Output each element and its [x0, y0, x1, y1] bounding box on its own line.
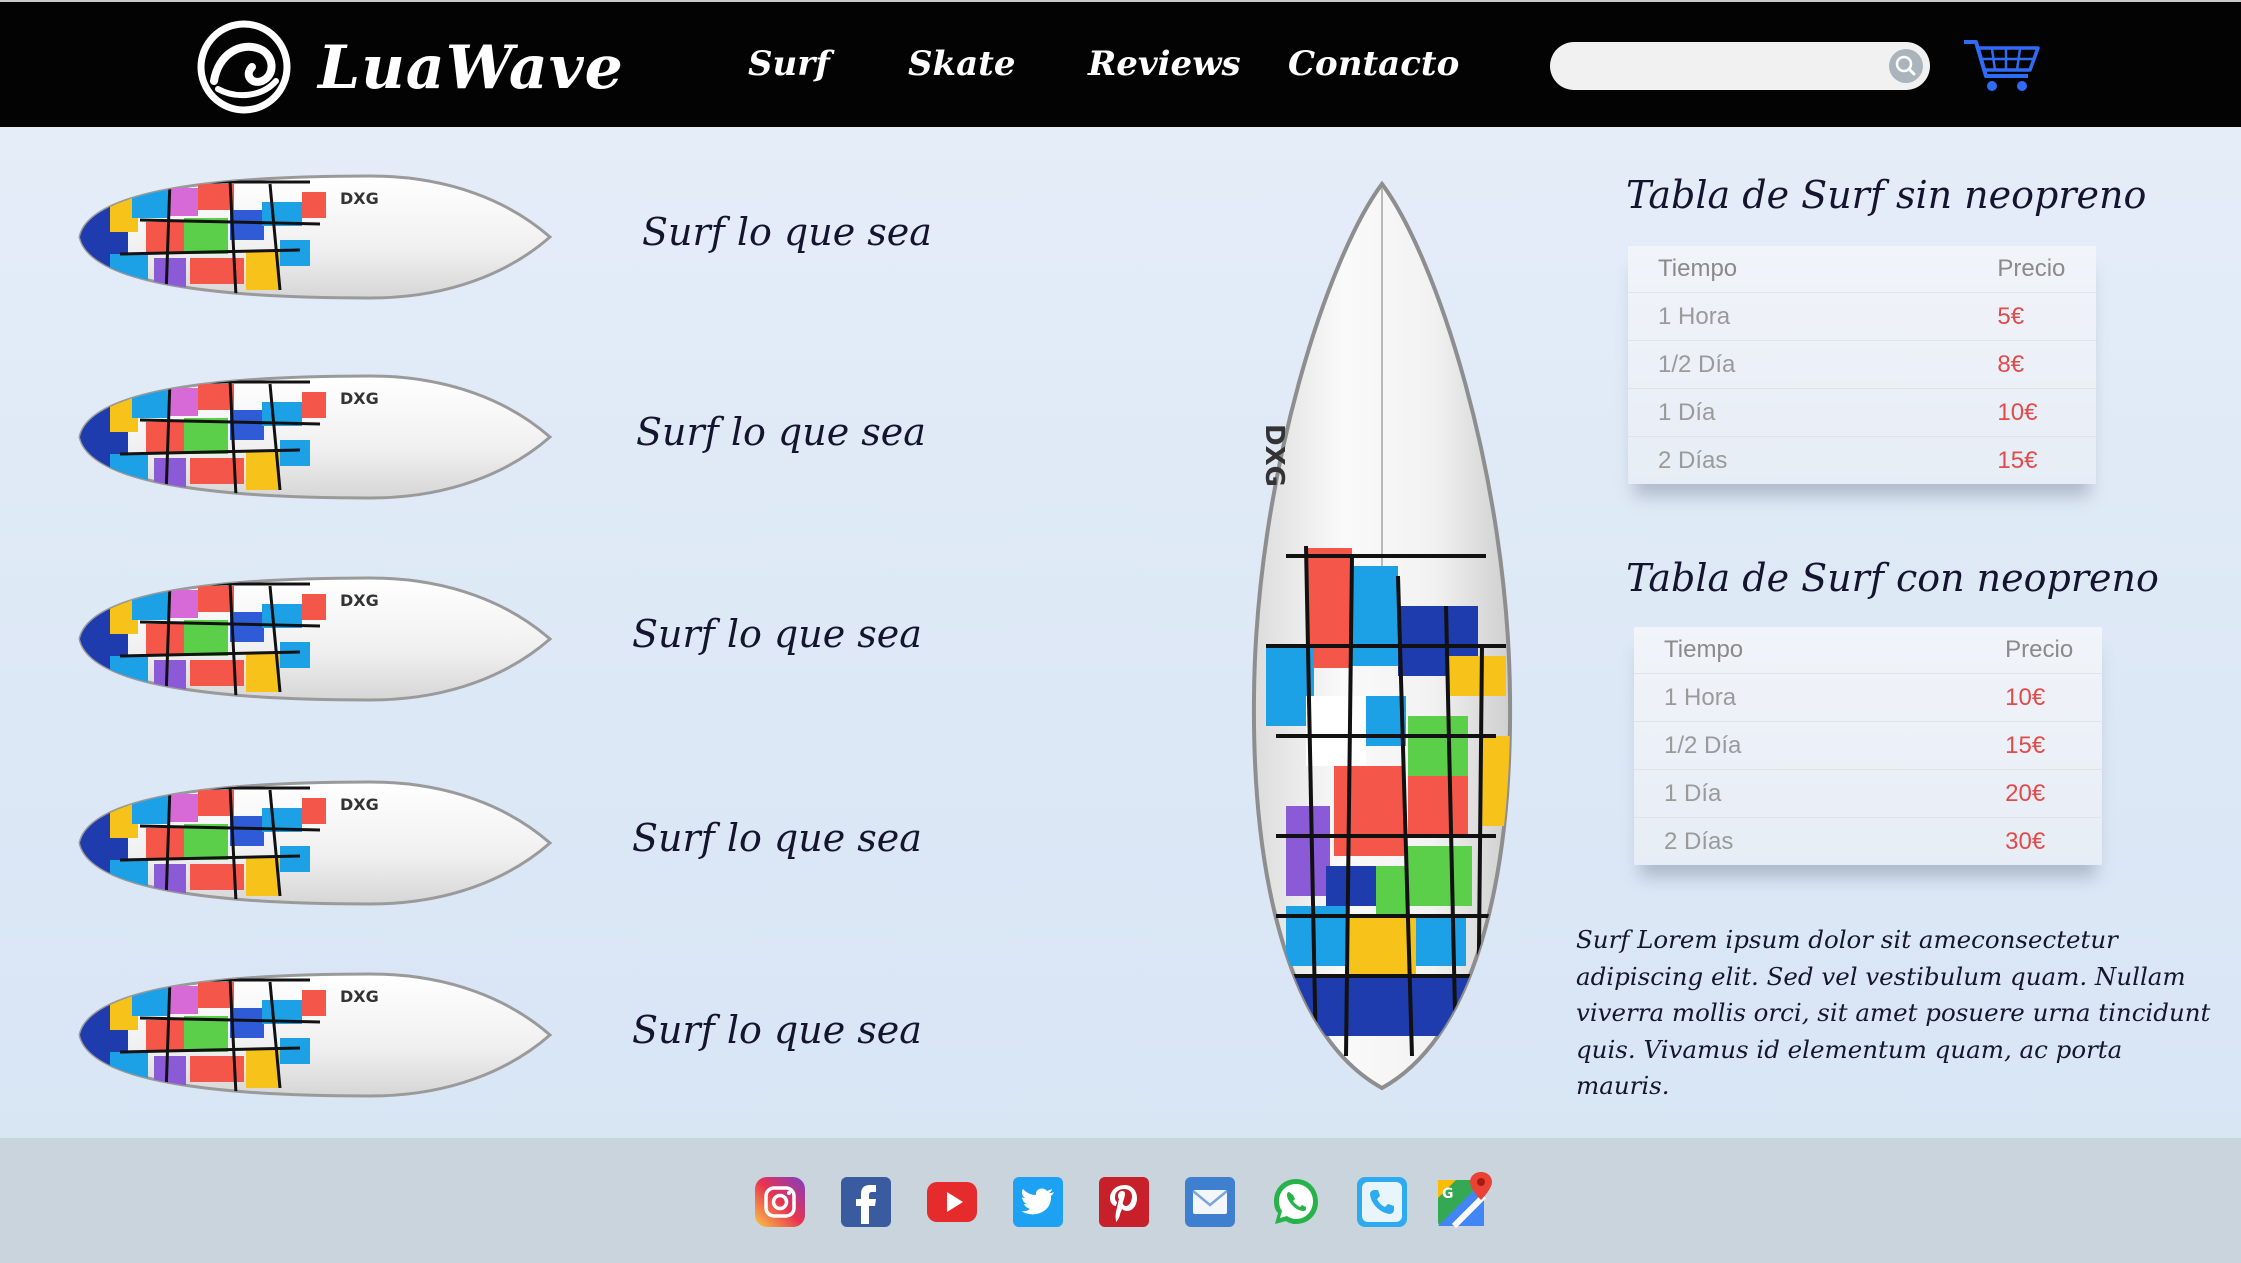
time-cell: 1 Día — [1634, 769, 1774, 818]
svg-text:DXG: DXG — [340, 795, 379, 814]
nav-link-surf[interactable]: Surf — [748, 32, 830, 96]
board-label[interactable]: Surf lo que sea — [642, 210, 932, 254]
board-item[interactable]: DXG Surf lo que sea — [70, 960, 1070, 1110]
featured-surfboard-image: DXG — [1251, 180, 1513, 1091]
time-cell: 1 Hora — [1634, 673, 1774, 722]
svg-text:DXG: DXG — [340, 189, 379, 208]
search-input[interactable] — [1550, 42, 1930, 90]
svg-text:G: G — [1442, 1186, 1454, 1202]
price-cell: 30€ — [1773, 817, 2104, 865]
nav-link-contacto[interactable]: Contacto — [1288, 32, 1459, 96]
table-row: 2 Días 15€ — [1628, 436, 2096, 484]
svg-text:DXG: DXG — [340, 591, 379, 610]
column-header-time: Tiempo — [1658, 255, 1738, 282]
column-header-price: Precio — [2005, 636, 2074, 663]
top-navigation-bar: LuaWave Surf Skate Reviews Contacto — [0, 0, 2241, 127]
board-item[interactable]: DXG Surf lo que sea — [70, 564, 1070, 714]
price-table-title: Tabla de Surf sin neopreno — [1626, 173, 2147, 217]
svg-text:DXG: DXG — [340, 389, 379, 408]
time-cell: 2 Días — [1628, 436, 1768, 484]
wave-logo-icon[interactable] — [196, 19, 292, 115]
board-item[interactable]: DXG Surf lo que sea — [70, 362, 1070, 512]
time-cell: 2 Días — [1634, 817, 1774, 865]
price-table-without-wetsuit: Tiempo Precio 1 Hora 5€ 1/2 Día 8€ 1 Día… — [1628, 246, 2096, 484]
phone-icon[interactable] — [1356, 1176, 1408, 1228]
youtube-icon[interactable] — [926, 1176, 978, 1228]
email-icon[interactable] — [1184, 1176, 1236, 1228]
description-text: Surf Lorem ipsum dolor sit ameconsectetu… — [1576, 925, 2211, 1100]
price-cell: 5€ — [1767, 292, 2096, 341]
surfboard-image[interactable]: DXG — [70, 162, 556, 312]
table-row: 1 Hora 5€ — [1628, 292, 2096, 341]
price-cell: 10€ — [1767, 388, 2096, 437]
price-cell: 8€ — [1767, 340, 2096, 389]
pinterest-icon[interactable] — [1098, 1176, 1150, 1228]
table-row: 1 Día 10€ — [1628, 388, 2096, 437]
svg-text:DXG: DXG — [1259, 424, 1289, 487]
twitter-icon[interactable] — [1012, 1176, 1064, 1228]
time-cell: 1 Hora — [1628, 292, 1768, 341]
price-cell: 15€ — [1773, 721, 2104, 770]
board-label[interactable]: Surf lo que sea — [632, 612, 922, 656]
column-header-time: Tiempo — [1664, 636, 1744, 663]
table-row: 1 Hora 10€ — [1634, 673, 2104, 722]
board-label[interactable]: Surf lo que sea — [632, 816, 922, 860]
nav-link-reviews[interactable]: Reviews — [1088, 32, 1241, 96]
price-cell: 15€ — [1767, 436, 2096, 484]
price-table-title: Tabla de Surf con neopreno — [1626, 556, 2159, 600]
price-table-with-wetsuit: Tiempo Precio 1 Hora 10€ 1/2 Día 15€ 1 D… — [1634, 627, 2104, 865]
google-maps-icon[interactable]: G — [1436, 1170, 1496, 1230]
board-label[interactable]: Surf lo que sea — [636, 410, 926, 454]
search-icon[interactable] — [1888, 48, 1924, 84]
surfboard-image[interactable]: DXG — [70, 362, 556, 512]
surfboard-image[interactable]: DXG — [70, 960, 556, 1110]
nav-link-skate[interactable]: Skate — [908, 32, 1015, 96]
price-cell: 10€ — [1773, 673, 2104, 722]
instagram-icon[interactable] — [754, 1176, 806, 1228]
time-cell: 1 Día — [1628, 388, 1768, 437]
price-cell: 20€ — [1773, 769, 2104, 818]
table-row: 1/2 Día 15€ — [1634, 721, 2104, 770]
brand-name[interactable]: LuaWave — [318, 20, 624, 116]
surfboard-image[interactable]: DXG — [70, 768, 556, 918]
svg-text:DXG: DXG — [340, 987, 379, 1006]
board-item[interactable]: DXG Surf lo que sea — [70, 162, 1070, 312]
table-row: 2 Días 30€ — [1634, 817, 2104, 865]
time-cell: 1/2 Día — [1628, 340, 1768, 389]
time-cell: 1/2 Día — [1634, 721, 1774, 770]
column-header-price: Precio — [1997, 255, 2066, 282]
shopping-cart-icon[interactable] — [1962, 36, 2042, 96]
board-item[interactable]: DXG Surf lo que sea — [70, 768, 1070, 918]
board-label[interactable]: Surf lo que sea — [632, 1008, 922, 1052]
surfboard-image[interactable]: DXG — [70, 564, 556, 714]
table-row: 1/2 Día 8€ — [1628, 340, 2096, 389]
facebook-icon[interactable] — [840, 1176, 892, 1228]
table-row: 1 Día 20€ — [1634, 769, 2104, 818]
whatsapp-icon[interactable] — [1270, 1176, 1322, 1228]
